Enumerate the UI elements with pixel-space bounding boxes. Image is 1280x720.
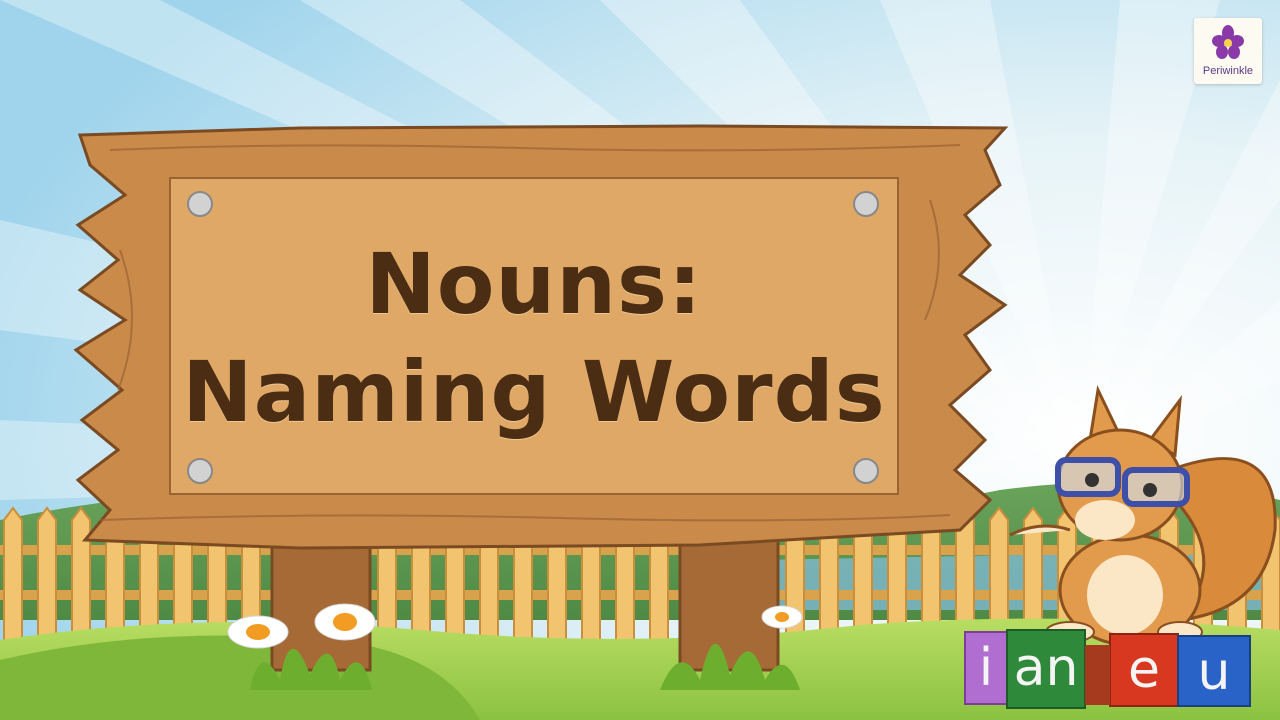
fence-picket xyxy=(3,506,23,641)
block-letter-i: i xyxy=(978,638,994,698)
title-line-1: Nouns: xyxy=(365,235,703,333)
fence-picket xyxy=(71,506,91,641)
periwinkle-flower-icon xyxy=(1212,25,1244,59)
title-line-2: Naming Words xyxy=(182,343,886,441)
periwinkle-logo[interactable]: Periwinkle xyxy=(1194,18,1262,84)
block-letter-e: e xyxy=(1128,640,1160,700)
logo-brand-text: Periwinkle xyxy=(1202,65,1254,77)
block-letter-u: u xyxy=(1197,642,1231,702)
fence-picket xyxy=(37,506,57,641)
sign-title: Nouns: Naming Words xyxy=(170,230,898,446)
block-letter-an: an xyxy=(1013,638,1079,698)
